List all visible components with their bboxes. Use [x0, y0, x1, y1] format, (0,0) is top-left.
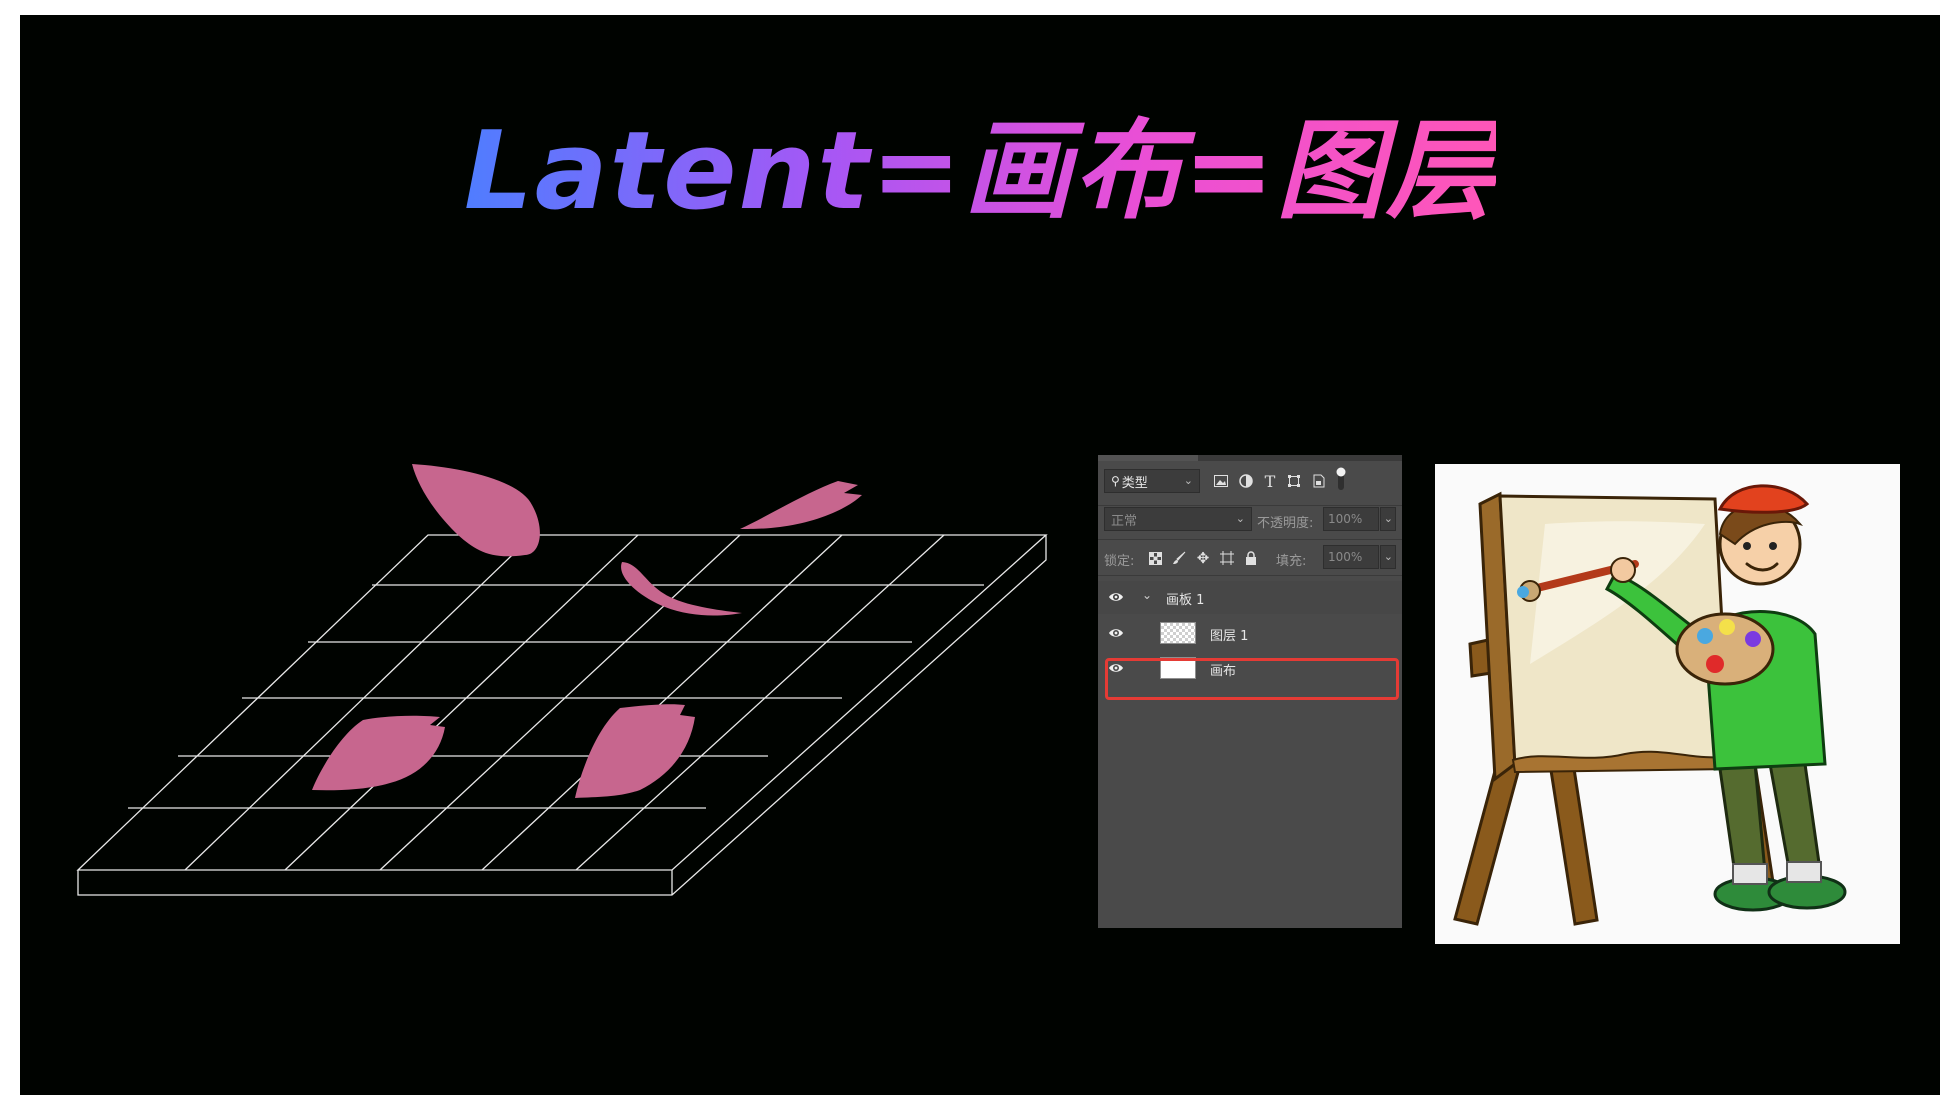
shape-icon[interactable] — [1283, 470, 1305, 492]
toggle-icon[interactable] — [1330, 467, 1352, 490]
chevron-down-icon: ⌄ — [1383, 550, 1393, 563]
type-icon[interactable]: T — [1259, 470, 1281, 492]
chevron-down-icon[interactable]: ⌄ — [1142, 588, 1152, 602]
eye-icon[interactable] — [1108, 589, 1124, 605]
panel-header-strip — [1098, 455, 1402, 461]
group-name: 画板 1 — [1166, 593, 1205, 608]
petal-5 — [575, 704, 695, 798]
petal-2 — [740, 481, 862, 529]
eye-icon[interactable] — [1108, 625, 1124, 641]
blend-mode-select[interactable]: 正常 ⌄ — [1104, 507, 1252, 531]
lock-label: 锁定: — [1104, 554, 1135, 569]
smart-object-icon[interactable] — [1307, 470, 1329, 492]
opacity-dropdown[interactable]: ⌄ — [1380, 507, 1396, 531]
chevron-down-icon: ⌄ — [1383, 512, 1393, 525]
slide: Latent=画布=图层 ⚲ 类型 ⌄ T 正常 ⌄ 不透明度: 100% ⌄ … — [20, 15, 1940, 1095]
latent-grid-illustration — [76, 464, 1048, 896]
petal-4 — [312, 715, 445, 791]
lock-transparent-icon[interactable] — [1144, 547, 1166, 569]
adjustment-icon[interactable] — [1235, 470, 1257, 492]
search-icon: ⚲ — [1111, 474, 1120, 488]
grid-lines — [76, 534, 1048, 896]
fill-field[interactable]: 100% — [1323, 545, 1379, 569]
layer-group-artboard[interactable]: ⌄ 画板 1 — [1098, 581, 1402, 614]
opacity-label: 不透明度: — [1257, 516, 1314, 531]
grid-slab-edge — [77, 535, 1047, 896]
layer-thumbnail-transparent — [1160, 622, 1196, 644]
lock-brush-icon[interactable] — [1168, 547, 1190, 569]
selected-layer-highlight — [1105, 658, 1399, 700]
layer-name: 图层 1 — [1210, 629, 1249, 644]
filter-kind-select[interactable]: ⚲ 类型 ⌄ — [1104, 469, 1200, 493]
lock-icon[interactable] — [1240, 547, 1262, 569]
move-icon[interactable]: ✥ — [1192, 547, 1214, 569]
petals — [312, 464, 862, 798]
painter-illustration — [1435, 464, 1900, 944]
painter-drawing — [1453, 484, 1847, 926]
layer-row-layer1[interactable]: 图层 1 — [1098, 617, 1402, 650]
petal-1 — [412, 464, 540, 557]
artboard-icon[interactable] — [1216, 547, 1238, 569]
opacity-field[interactable]: 100% — [1323, 507, 1379, 531]
fill-dropdown[interactable]: ⌄ — [1380, 545, 1396, 569]
fill-label: 填充: — [1276, 554, 1307, 569]
image-icon[interactable] — [1210, 470, 1232, 492]
chevron-down-icon: ⌄ — [1183, 474, 1193, 487]
chevron-down-icon: ⌄ — [1235, 512, 1245, 525]
